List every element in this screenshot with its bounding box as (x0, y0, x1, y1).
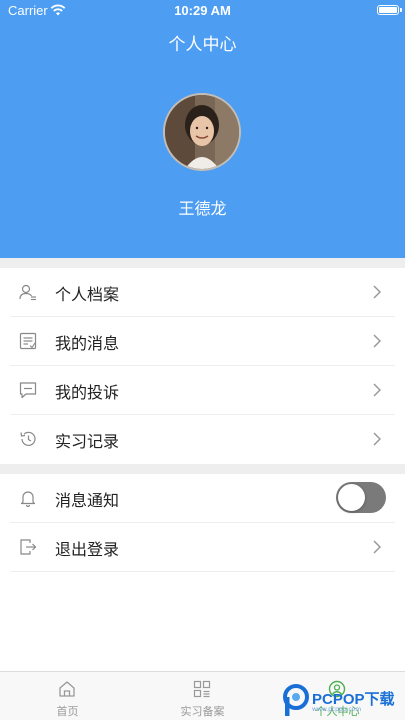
menu-item-internship-records[interactable]: 实习记录 (0, 415, 405, 464)
menu-label: 消息通知 (55, 491, 120, 510)
username: 王德龙 (178, 199, 227, 218)
pcpop-logo-icon (283, 684, 309, 716)
home-icon (59, 681, 75, 697)
menu-label: 退出登录 (55, 540, 120, 559)
menu-label: 个人档案 (55, 285, 120, 304)
comment-icon (19, 382, 37, 399)
tab-label: 首页 (56, 705, 79, 718)
avatar-photo (165, 95, 239, 169)
chevron-right-icon (373, 334, 381, 348)
chevron-right-icon (373, 432, 381, 446)
logout-icon (20, 539, 37, 555)
page-title: 个人中心 (168, 35, 237, 55)
grid-list-icon (193, 680, 211, 698)
menu-item-notifications: 消息通知 (0, 474, 405, 523)
tab-internship-filing[interactable]: 实习备案 (135, 672, 270, 721)
toggle-knob (338, 484, 365, 511)
menu-label: 我的投诉 (55, 383, 120, 402)
menu-label: 我的消息 (55, 334, 120, 353)
notification-toggle[interactable] (336, 482, 386, 513)
profile-header: Carrier 10:29 AM 个人中心 王德龙 (0, 0, 405, 258)
chevron-right-icon (373, 285, 381, 299)
watermark: PCPOP下载 www.pcpop.com (280, 682, 405, 720)
menu-item-logout[interactable]: 退出登录 (0, 523, 405, 572)
message-doc-icon (19, 332, 37, 350)
user-profile-icon (19, 284, 36, 301)
battery-icon (377, 5, 399, 15)
section-separator (0, 258, 405, 268)
history-icon (20, 431, 36, 446)
tab-label: 实习备案 (180, 705, 225, 718)
menu-item-profile[interactable]: 个人档案 (0, 268, 405, 317)
divider (10, 571, 395, 572)
menu-item-complaints[interactable]: 我的投诉 (0, 366, 405, 415)
tab-home[interactable]: 首页 (0, 672, 135, 721)
watermark-subtext: www.pcpop.com (312, 706, 362, 713)
menu-label: 实习记录 (55, 432, 120, 451)
bell-icon (20, 491, 36, 507)
battery-tip (400, 8, 402, 12)
avatar[interactable] (163, 93, 241, 171)
menu-item-messages[interactable]: 我的消息 (0, 317, 405, 366)
chevron-right-icon (373, 540, 381, 554)
status-bar: Carrier 10:29 AM (0, 0, 405, 22)
chevron-right-icon (373, 383, 381, 397)
section-separator (0, 464, 405, 474)
clock: 10:29 AM (174, 3, 231, 18)
